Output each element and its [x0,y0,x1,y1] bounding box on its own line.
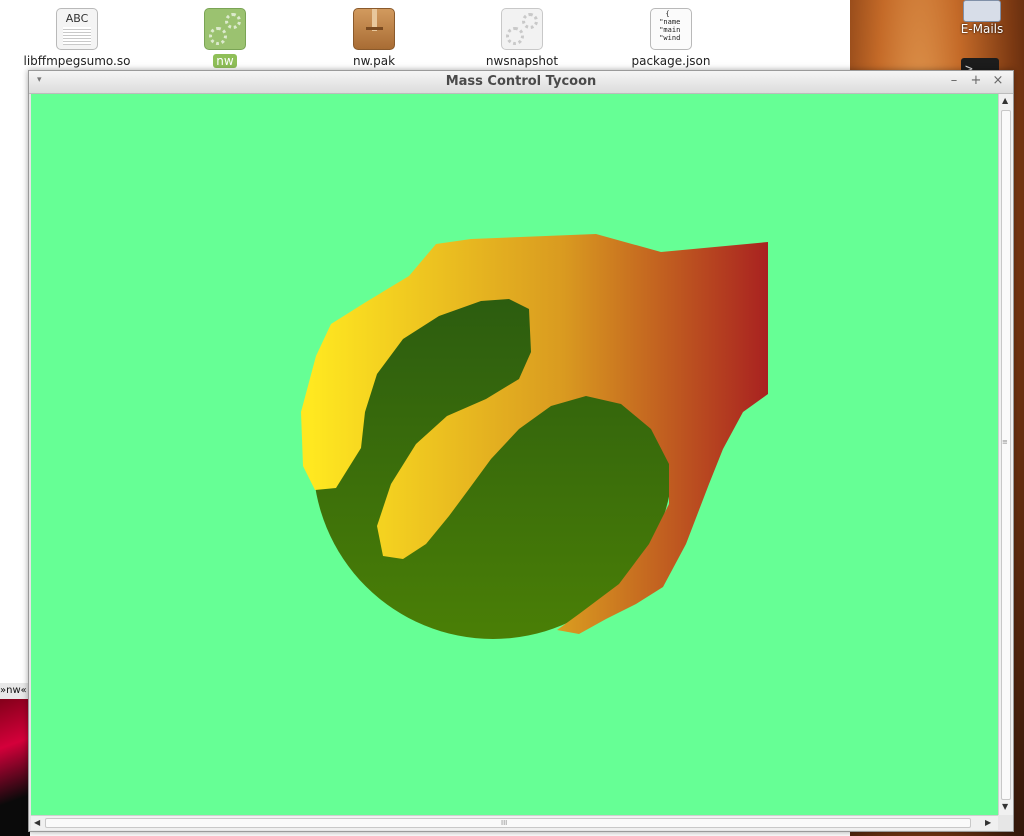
file-label: nw [213,54,237,68]
mail-icon [963,0,1001,22]
maximize-button[interactable]: + [969,73,983,88]
scroll-grip-icon: ≡ [1002,438,1008,446]
text-document-icon: ABC [56,8,98,50]
file-package-json[interactable]: { "name "main "wind package.json [601,8,741,69]
desktop-file-area: ABC libffmpegsumo.so nw nw.pak nwsnapsho… [0,0,850,70]
desktop-item-label: E-Mails [960,22,1004,36]
file-libffmpegsumo[interactable]: ABC libffmpegsumo.so [7,8,147,69]
executable-gear-icon [501,8,543,50]
minimize-button[interactable]: – [947,73,961,88]
horizontal-scrollbar[interactable]: ◀ III ▶ [31,815,998,830]
game-scene [301,234,768,639]
file-nwsnapshot[interactable]: nwsnapshot [452,8,592,69]
file-label: nw.pak [352,54,396,68]
vertical-scrollbar[interactable]: ▲ ≡ ▼ [998,94,1013,815]
scroll-left-icon[interactable]: ◀ [34,818,40,827]
json-document-icon: { "name "main "wind [650,8,692,50]
scroll-right-icon[interactable]: ▶ [985,818,991,827]
package-icon [353,8,395,50]
game-canvas[interactable] [31,94,998,815]
window-titlebar[interactable]: ▾ Mass Control Tycoon – + × [29,71,1013,94]
vertical-scroll-thumb[interactable] [1001,110,1011,800]
file-label: libffmpegsumo.so [23,54,131,68]
file-label: nwsnapshot [485,54,559,68]
scroll-grip-icon: III [501,819,508,827]
horizontal-scroll-thumb[interactable] [45,818,971,828]
close-button[interactable]: × [991,73,1005,88]
executable-gear-icon [204,8,246,50]
scroll-down-icon[interactable]: ▼ [1002,802,1008,811]
taskbar-item-nw[interactable]: »nw« [0,683,30,699]
window-title: Mass Control Tycoon [445,74,597,89]
file-label: package.json [631,54,711,68]
file-nw[interactable]: nw [155,8,295,69]
app-window: ▾ Mass Control Tycoon – + × ▲ ≡ ▼ ◀ III … [28,70,1014,832]
scroll-up-icon[interactable]: ▲ [1002,96,1008,105]
taskbar-fragment: »nw« [0,683,30,836]
file-nw-pak[interactable]: nw.pak [304,8,444,69]
desktop-item-emails[interactable]: E-Mails [952,0,1012,36]
